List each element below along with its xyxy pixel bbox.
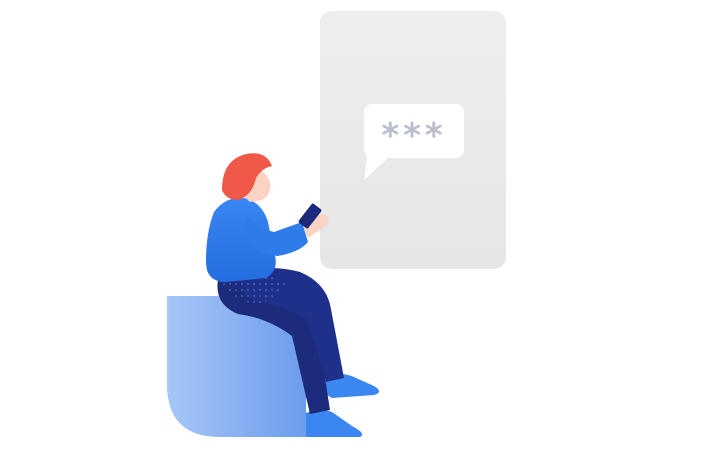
illustration-graphic [167, 11, 506, 437]
shoe-back [306, 409, 363, 437]
password-mask-text: *** [381, 116, 447, 156]
password-illustration: *** [0, 0, 720, 454]
